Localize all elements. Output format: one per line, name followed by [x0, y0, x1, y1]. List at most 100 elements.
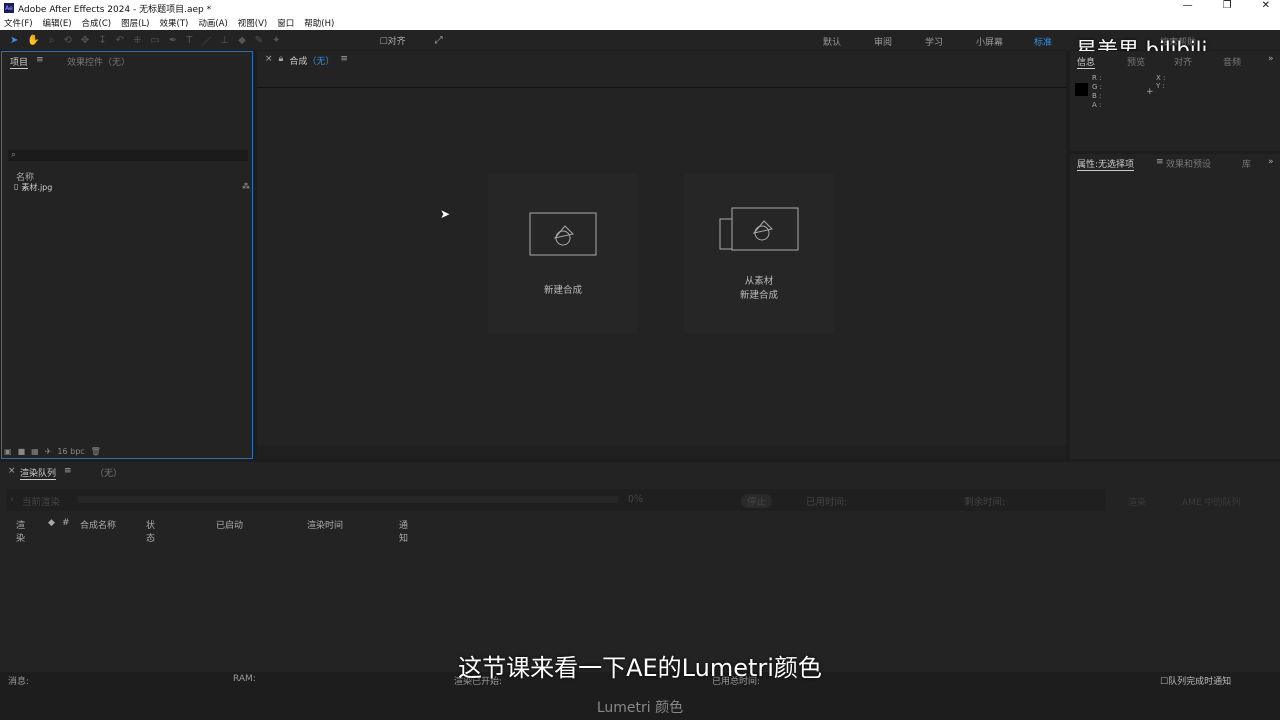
more-panels-icon[interactable]: »	[1268, 54, 1274, 64]
footage-composition-icon	[719, 207, 799, 251]
restore-button[interactable]: ❐	[1223, 0, 1232, 11]
clone-tool-icon[interactable]: ⊥	[220, 35, 229, 46]
menu-edit[interactable]: 编辑(E)	[43, 17, 72, 29]
pan-tool-icon[interactable]: ✥	[81, 35, 89, 46]
interpret-footage-icon[interactable]: ▣	[4, 447, 12, 456]
label-icon[interactable]: ◆	[48, 518, 55, 528]
g-label: G :	[1092, 83, 1103, 91]
rotate-tool-icon[interactable]: ↶	[116, 35, 124, 46]
dolly-tool-icon[interactable]: ↧	[98, 35, 106, 46]
comp-tab[interactable]: × 🔒︎ 合成 （无） ≡	[265, 54, 348, 67]
project-panel: 项目 ≡ 效果控件（无） ⌕ 名称 ▯ 素材.jpg ⁂ ▣ ■ ▦ ✈ 16 b…	[1, 51, 253, 459]
menu-window[interactable]: 窗口	[277, 17, 294, 29]
new-comp-from-footage-button[interactable]: 从素材 新建合成	[684, 174, 834, 334]
panel-menu-icon[interactable]: ≡	[64, 466, 72, 476]
brush-tool-icon[interactable]: ／	[201, 33, 211, 48]
eraser-tool-icon[interactable]: ◆	[238, 35, 246, 46]
panel-menu-icon[interactable]: ≡	[1156, 157, 1164, 167]
anchor-tool-icon[interactable]: ⁜	[133, 35, 141, 46]
render-button[interactable]: 渲染	[1128, 495, 1146, 508]
menu-composition[interactable]: 合成(C)	[82, 17, 112, 29]
bpc-label[interactable]: 16 bpc	[57, 447, 84, 456]
tab-libraries[interactable]: 库	[1242, 157, 1251, 170]
zoom-tool-icon[interactable]: ⌕	[49, 35, 55, 46]
x-label: X :	[1156, 74, 1166, 82]
menu-help[interactable]: 帮助(H)	[304, 17, 334, 29]
tab-none[interactable]: （无）	[95, 466, 122, 479]
roto-tool-icon[interactable]: ✎	[255, 35, 263, 46]
new-comp-icon[interactable]: ▦	[31, 447, 39, 456]
col-comp-name[interactable]: 合成名称	[80, 518, 116, 531]
tab-project[interactable]: 项目	[10, 55, 29, 69]
workspace-standard[interactable]: 标准	[1034, 35, 1052, 48]
menu-effect[interactable]: 效果(T)	[160, 17, 189, 29]
puppet-tool-icon[interactable]: ✦	[272, 35, 280, 46]
col-status[interactable]: 状态	[146, 518, 155, 544]
close-tab-icon[interactable]: ×	[8, 466, 16, 476]
tab-effect-controls[interactable]: 效果控件（无）	[67, 55, 130, 68]
render-progress-bar	[78, 496, 618, 503]
tab-audio[interactable]: 音频	[1223, 55, 1241, 68]
tab-preview[interactable]: 预览	[1127, 55, 1145, 68]
menu-animation[interactable]: 动画(A)	[198, 17, 227, 29]
selection-tool-icon[interactable]: ➤	[10, 35, 18, 46]
tab-effects-presets[interactable]: 效果和预设	[1166, 157, 1211, 170]
workspace-default[interactable]: 默认	[823, 35, 841, 48]
mouse-cursor-icon: ➤	[440, 207, 451, 221]
pen-tool-icon[interactable]: ✒	[169, 35, 177, 46]
tab-render-queue[interactable]: 渲染队列	[20, 466, 57, 480]
expand-icon[interactable]: ›	[10, 494, 14, 505]
close-tab-icon[interactable]: ×	[265, 54, 273, 67]
project-search-input[interactable]: ⌕	[8, 150, 248, 161]
tab-properties[interactable]: 属性:无选择项	[1077, 157, 1135, 171]
minimize-button[interactable]: —	[1183, 0, 1193, 11]
comp-tab-value: （无）	[307, 57, 335, 67]
col-notify[interactable]: 通知	[399, 518, 408, 544]
new-folder-icon[interactable]: ■	[18, 447, 26, 456]
more-panels-icon[interactable]: »	[1268, 157, 1274, 167]
orbit-tool-icon[interactable]: ⟲	[63, 35, 71, 46]
new-composition-label: 新建合成	[543, 285, 582, 296]
lock-icon[interactable]: 🔒︎	[279, 54, 284, 67]
a-label: A :	[1092, 101, 1102, 109]
window-title: Adobe After Effects 2024 - 无标题项目.aep *	[18, 4, 212, 15]
workspace-review[interactable]: 审阅	[874, 35, 892, 48]
composition-icon	[529, 212, 597, 256]
col-number[interactable]: #	[62, 518, 70, 528]
snap-checkbox[interactable]: ☐对齐	[380, 34, 406, 47]
project-item-label: 素材.jpg	[21, 183, 53, 192]
col-started[interactable]: 已启动	[216, 518, 243, 531]
workspace-learn[interactable]: 学习	[925, 35, 943, 48]
ame-queue-button[interactable]: AME 中的队列	[1182, 495, 1240, 508]
menu-view[interactable]: 视图(V)	[238, 17, 267, 29]
r-label: R :	[1092, 74, 1102, 82]
current-render-label: 当前渲染	[22, 497, 61, 508]
stop-button[interactable]: 停止	[741, 494, 773, 508]
close-button[interactable]: ✕	[1262, 0, 1270, 11]
from-footage-label: 从素材	[744, 276, 774, 287]
panel-menu-icon[interactable]: ≡	[36, 55, 44, 65]
menu-layer[interactable]: 图层(L)	[121, 17, 149, 29]
y-label: Y :	[1156, 82, 1165, 90]
snap-label: 对齐	[387, 36, 406, 47]
col-render-time[interactable]: 渲染时间	[307, 518, 343, 531]
new-composition-button[interactable]: 新建合成	[488, 174, 638, 334]
type-tool-icon[interactable]: T	[186, 35, 192, 46]
tab-info[interactable]: 信息	[1077, 55, 1096, 69]
trash-icon[interactable]: 🗑	[91, 447, 101, 456]
rect-tool-icon[interactable]: ▭	[150, 35, 159, 46]
tab-align[interactable]: 对齐	[1174, 55, 1192, 68]
comp-tab-label: 合成	[289, 57, 308, 67]
hand-tool-icon[interactable]: ✋	[27, 35, 39, 46]
flowchart-icon[interactable]: ⁂	[242, 182, 250, 191]
workspace-small-screen[interactable]: 小屏幕	[976, 35, 1003, 48]
search-icon: ⌕	[11, 150, 17, 160]
panel-menu-icon[interactable]: ≡	[340, 54, 348, 67]
project-item[interactable]: ▯ 素材.jpg	[14, 182, 52, 193]
snap-options-icon[interactable]: ⤢	[435, 35, 443, 46]
percent-label: 0%	[628, 494, 644, 505]
menu-file[interactable]: 文件(F)	[4, 17, 33, 29]
render-icon[interactable]: ✈	[45, 447, 52, 456]
file-icon: ▯	[14, 182, 19, 191]
col-render[interactable]: 渲染	[16, 518, 25, 544]
